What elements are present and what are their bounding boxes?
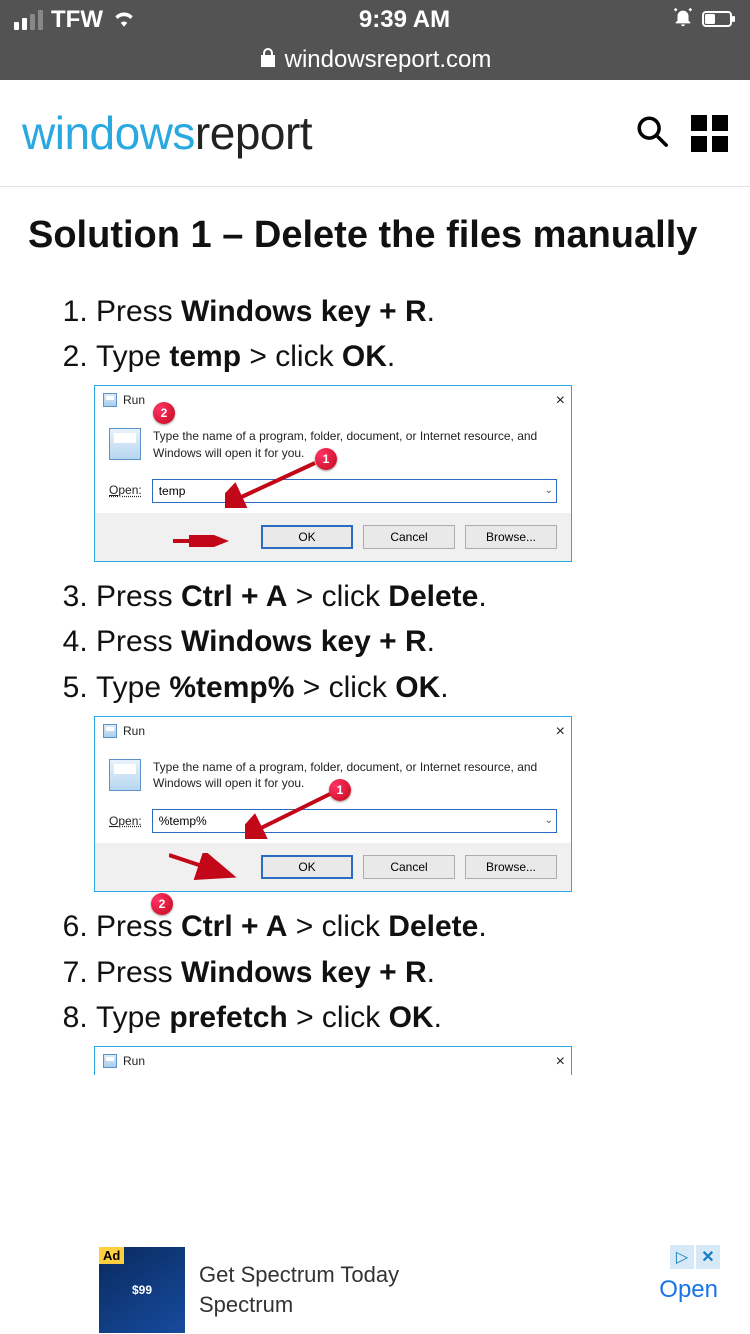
chevron-down-icon: ⌄ [545,814,553,828]
run-title: Run [123,392,145,409]
list-item: Press Windows key + R. [96,621,722,662]
ad-open-button[interactable]: Open [659,1276,722,1304]
run-app-icon [109,759,141,791]
run-description: Type the name of a program, folder, docu… [153,428,557,460]
list-item: Press Ctrl + A > click Delete. [96,576,722,617]
article-heading: Solution 1 – Delete the files manually [28,213,722,259]
adchoices-icon[interactable]: ▷ [670,1245,694,1269]
browser-address-bar[interactable]: windowsreport.com [0,40,750,80]
callout-arrow [173,535,233,547]
battery-icon [702,6,736,34]
browse-button: Browse... [465,525,557,549]
run-title-icon [103,724,117,738]
cancel-button: Cancel [363,855,455,879]
ad-badge: Ad [99,1247,124,1264]
signal-icon [14,10,43,30]
lock-icon [259,46,277,74]
open-label: Open: [109,482,142,499]
chevron-down-icon: ⌄ [545,484,553,498]
close-icon: × [556,721,565,743]
ok-button: OK [261,525,353,549]
run-title: Run [123,1053,145,1070]
clock: 9:39 AM [359,6,450,34]
search-icon[interactable] [635,114,669,153]
site-header: windowsreport [0,80,750,187]
run-input [152,809,557,833]
list-item: Type temp > click OK. Run × Type the nam… [96,336,722,562]
site-logo[interactable]: windowsreport [22,106,312,160]
run-app-icon [109,428,141,460]
list-item: Press Windows key + R. [96,291,722,332]
callout-arrow [245,789,335,839]
close-icon: × [556,1051,565,1073]
callout-arrow [169,853,241,883]
list-item: Press Windows key + R. [96,952,722,993]
list-item: Press Ctrl + A > click Delete. [96,906,722,947]
alarm-icon [672,6,694,35]
menu-grid-icon[interactable] [691,115,728,152]
ad-close-icon[interactable]: ✕ [696,1245,720,1269]
list-item: Type prefetch > click OK. Run × [96,997,722,1075]
ad-banner[interactable]: Ad $99 Get Spectrum Today Spectrum Open … [99,1246,722,1334]
close-icon: × [556,390,565,412]
carrier-label: TFW [51,6,103,34]
run-description: Type the name of a program, folder, docu… [153,759,557,791]
run-input [152,479,557,503]
run-dialog-image: Run × Type the name of a program, folder… [94,716,572,892]
ios-status-bar: TFW 9:39 AM [0,0,750,40]
run-title-icon [103,393,117,407]
list-item: Type %temp% > click OK. Run × Type the n… [96,667,722,893]
cancel-button: Cancel [363,525,455,549]
run-dialog-image: Run × [94,1046,572,1075]
ad-thumbnail: Ad $99 [99,1247,185,1333]
open-label: Open: [109,813,142,830]
run-dialog-image: Run × Type the name of a program, folder… [94,385,572,561]
url-host: windowsreport.com [285,46,492,74]
callout-arrow [225,458,320,508]
browse-button: Browse... [465,855,557,879]
ok-button: OK [261,855,353,879]
ad-title: Get Spectrum Today [199,1260,645,1290]
steps-list: Press Windows key + R. Type temp > click… [28,291,722,1076]
run-title: Run [123,723,145,740]
run-title-icon [103,1054,117,1068]
wifi-icon [111,6,137,34]
ad-subtitle: Spectrum [199,1290,645,1320]
